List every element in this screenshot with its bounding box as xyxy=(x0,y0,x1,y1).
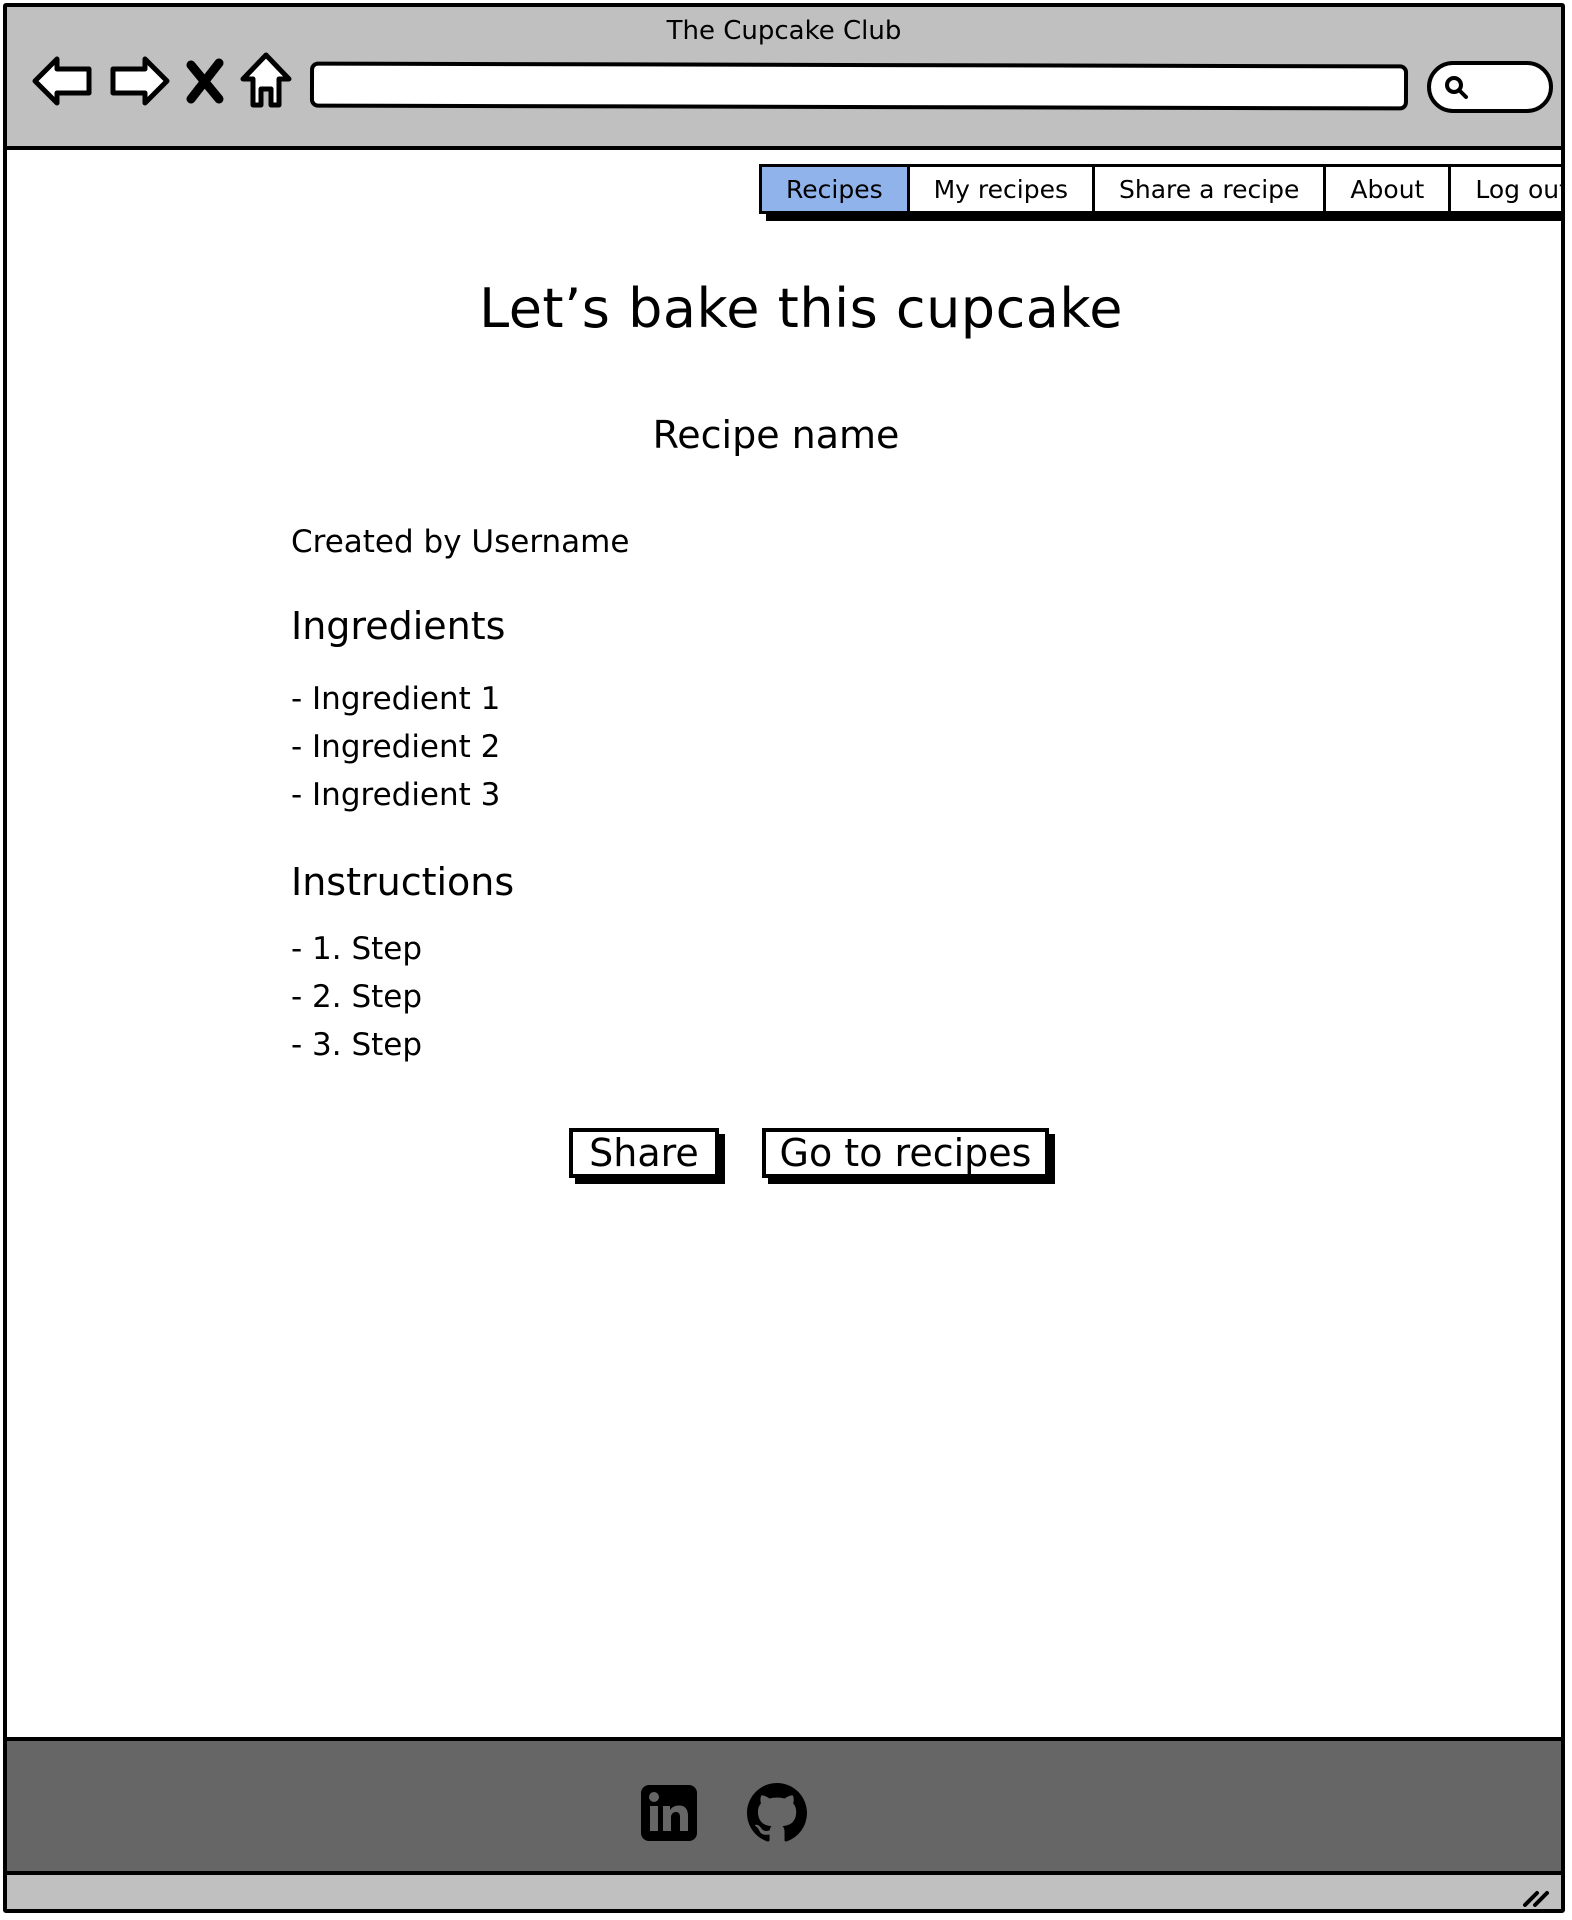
tab-recipes[interactable]: Recipes xyxy=(759,164,910,214)
ingredient-item: - Ingredient 2 xyxy=(291,729,501,765)
ingredient-item: - Ingredient 3 xyxy=(291,777,501,813)
instruction-item: - 2. Step xyxy=(291,979,423,1015)
ingredient-item: - Ingredient 1 xyxy=(291,681,501,717)
footer xyxy=(7,1737,1561,1875)
search-icon xyxy=(1445,76,1468,99)
tab-log-out[interactable]: Log out xyxy=(1448,164,1561,214)
share-button[interactable]: Share xyxy=(569,1128,719,1178)
back-arrow-icon[interactable] xyxy=(31,49,95,113)
home-icon[interactable] xyxy=(239,49,293,113)
window-title: The Cupcake Club xyxy=(666,16,902,46)
tab-my-recipes[interactable]: My recipes xyxy=(906,164,1095,214)
url-bar[interactable] xyxy=(309,61,1409,111)
recipe-creator: Created by Username xyxy=(291,524,630,560)
instructions-heading: Instructions xyxy=(291,860,515,904)
browser-search-field[interactable] xyxy=(1427,61,1553,113)
recipe-name: Recipe name xyxy=(652,413,900,457)
main-nav: Recipes My recipes Share a recipe About … xyxy=(759,164,1561,214)
tab-share-a-recipe[interactable]: Share a recipe xyxy=(1092,164,1327,214)
github-icon[interactable] xyxy=(747,1783,807,1843)
browser-toolbar: The Cupcake Club xyxy=(7,7,1561,150)
ingredients-heading: Ingredients xyxy=(291,604,506,648)
browser-window: The Cupcake Club Recipes My recipes Shar… xyxy=(3,3,1565,1913)
resize-handle-icon[interactable] xyxy=(1521,1883,1551,1909)
page-title: Let’s bake this cupcake xyxy=(479,277,1123,340)
instruction-item: - 1. Step xyxy=(291,931,423,967)
go-to-recipes-button[interactable]: Go to recipes xyxy=(762,1128,1049,1178)
stop-x-icon[interactable] xyxy=(183,49,227,113)
instruction-item: - 3. Step xyxy=(291,1027,423,1063)
status-bar xyxy=(7,1875,1561,1909)
forward-arrow-icon[interactable] xyxy=(107,49,171,113)
tab-about[interactable]: About xyxy=(1323,164,1452,214)
linkedin-icon[interactable] xyxy=(639,1783,699,1843)
